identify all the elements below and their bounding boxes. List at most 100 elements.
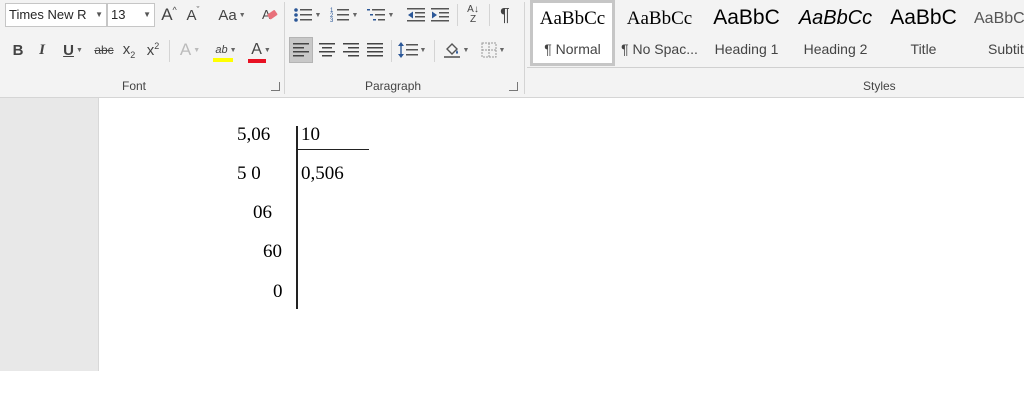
style-preview: AaBbCc [626, 8, 693, 29]
style-preview: AaBbCc [798, 7, 873, 29]
eraser-icon: A [262, 7, 278, 22]
grow-font-icon: A [161, 5, 173, 24]
align-right-icon [343, 43, 359, 57]
pilcrow-icon: ¶ [500, 4, 510, 25]
style-title[interactable]: AaBbC Title [881, 0, 966, 66]
grow-font-button[interactable]: A ^ [158, 2, 180, 28]
separator [169, 40, 170, 62]
separator [391, 40, 392, 62]
font-size-value: 13 [111, 7, 126, 22]
bullets-icon [293, 8, 312, 22]
strikethrough-button[interactable]: abc [92, 37, 116, 63]
shrink-font-icon: A [186, 6, 197, 24]
division-horizontal-line [296, 149, 369, 150]
align-center-icon [319, 43, 335, 57]
italic-icon: I [39, 41, 45, 58]
dividend: 5,06 [237, 124, 271, 145]
style-preview: AaBbC [974, 10, 1024, 27]
align-left-icon [293, 43, 309, 57]
paint-bucket-icon [443, 43, 460, 58]
multilevel-list-icon [366, 9, 385, 21]
font-name-value: Times New R [9, 7, 87, 22]
style-name: Title [910, 41, 937, 57]
font-color-button[interactable]: A ▼ [244, 37, 278, 63]
style-preview: AaBbCc [539, 8, 606, 29]
numbering-button[interactable]: 1 2 3 ▼ [327, 2, 361, 28]
show-hide-marks-button[interactable]: ¶ [494, 2, 516, 28]
underline-button[interactable]: U ▼ [56, 37, 90, 63]
bold-button[interactable]: B [8, 37, 28, 63]
borders-icon [481, 42, 497, 58]
separator [284, 2, 285, 94]
chevron-down-icon: ▼ [143, 10, 151, 19]
style-name: ¶ Normal [544, 41, 601, 57]
decrease-indent-button[interactable] [405, 2, 427, 28]
sort-icon: A↓Z [467, 4, 479, 25]
separator [434, 40, 435, 62]
final-remainder: 0 [273, 281, 283, 302]
ribbon: Times New R ▼ 13 ▼ A ^ Aˇ Aa ▼ A B I U ▼ ab… [0, 0, 1024, 98]
justify-icon [367, 43, 383, 57]
align-right-button[interactable] [339, 37, 363, 63]
font-group-label: Font [122, 79, 147, 93]
superscript-button[interactable]: x2 [142, 37, 164, 63]
clear-formatting-button[interactable]: A [258, 2, 282, 28]
style-name: Heading 1 [714, 41, 779, 57]
strikethrough-icon: abc [94, 43, 114, 57]
underline-icon: U [63, 41, 74, 59]
style-normal[interactable]: AaBbCc ¶ Normal [530, 0, 615, 66]
font-size-combo[interactable]: 13 ▼ [107, 3, 155, 27]
paragraph-dialog-launcher-icon[interactable] [509, 82, 518, 91]
subscript-icon: x2 [122, 40, 136, 60]
justify-button[interactable] [363, 37, 387, 63]
step-product: 5 0 [237, 163, 261, 184]
style-preview: AaBbC [890, 6, 957, 29]
style-name: Heading 2 [803, 41, 868, 57]
font-dialog-launcher-icon[interactable] [271, 82, 280, 91]
shrink-font-button[interactable]: Aˇ [182, 2, 204, 28]
italic-button[interactable]: I [32, 37, 52, 63]
paragraph-group-label: Paragraph [365, 79, 422, 93]
align-left-button[interactable] [289, 37, 313, 63]
divisor: 10 [301, 124, 320, 145]
align-center-button[interactable] [315, 37, 339, 63]
sort-button[interactable]: A↓Z [462, 2, 484, 28]
navigation-margin [0, 98, 99, 371]
decrease-indent-icon [407, 8, 425, 22]
styles-gallery-bottom-border [527, 67, 1024, 68]
borders-button[interactable]: ▼ [476, 37, 510, 63]
style-preview: AaBbC [713, 6, 780, 29]
style-heading-1[interactable]: AaBbC Heading 1 [704, 0, 789, 66]
font-color-icon: A [248, 41, 267, 63]
style-heading-2[interactable]: AaBbCc Heading 2 [793, 0, 878, 66]
subscript-button[interactable]: x2 [118, 37, 140, 63]
step-remainder-1: 06 [253, 202, 272, 223]
style-no-spacing[interactable]: AaBbCc ¶ No Spac... [617, 0, 702, 66]
bold-icon: B [12, 41, 24, 59]
font-name-combo[interactable]: Times New R ▼ [5, 3, 107, 27]
bullets-button[interactable]: ▼ [290, 2, 324, 28]
superscript-icon: x2 [146, 41, 160, 59]
svg-text:3: 3 [330, 18, 334, 24]
multilevel-list-button[interactable]: ▼ [364, 2, 396, 28]
chevron-down-icon: ▼ [95, 10, 103, 19]
increase-indent-button[interactable] [429, 2, 451, 28]
highlight-icon: ab [213, 44, 234, 62]
line-spacing-button[interactable]: ▼ [395, 37, 429, 63]
shading-button[interactable]: ▼ [439, 37, 473, 63]
step-remainder-2: 60 [263, 241, 282, 262]
style-name: ¶ No Spac... [621, 41, 698, 57]
increase-indent-icon [431, 8, 449, 22]
document-page[interactable]: 5,06 10 5 0 0,506 06 60 0 [99, 98, 1024, 371]
text-effects-icon: A [179, 40, 192, 59]
change-case-icon: Aa [218, 6, 237, 24]
text-effects-button[interactable]: A ▼ [174, 37, 206, 63]
line-spacing-icon [397, 42, 418, 58]
style-subtitle[interactable]: AaBbC Subtit [966, 0, 1024, 66]
separator [524, 2, 525, 94]
numbering-icon: 1 2 3 [330, 8, 349, 24]
highlight-button[interactable]: ab ▼ [208, 37, 244, 63]
quotient: 0,506 [301, 163, 344, 184]
style-name: Subtit [988, 41, 1024, 57]
change-case-button[interactable]: Aa ▼ [214, 2, 250, 28]
